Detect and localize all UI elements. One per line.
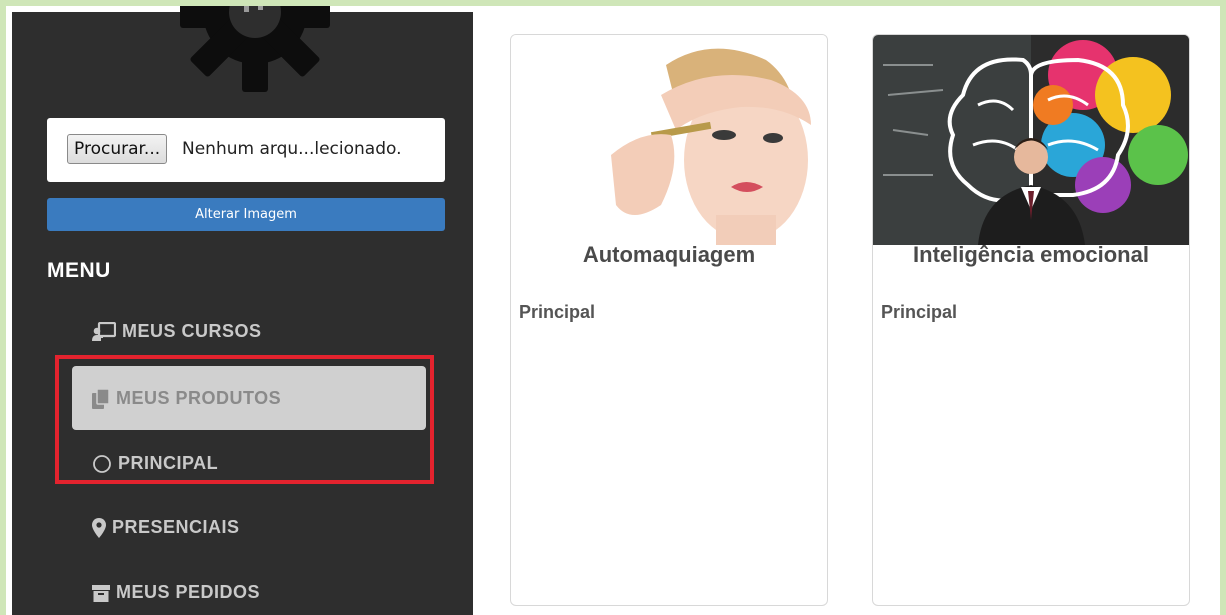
copy-icon <box>92 389 110 410</box>
sidebar-item-label: MEUS PRODUTOS <box>116 388 282 408</box>
product-image-emotional-intelligence <box>873 35 1189 245</box>
file-input: Procurar... Nenhum arqu...lecionado. <box>47 118 445 182</box>
product-title: Inteligência emocional <box>913 242 1149 267</box>
sidebar-item-meus-pedidos[interactable]: MEUS PEDIDOS <box>92 578 260 606</box>
sidebar-item-meus-produtos[interactable]: MEUS PRODUTOS <box>72 366 426 430</box>
sidebar-item-label: PRESENCIAIS <box>112 517 240 537</box>
sidebar-item-presenciais[interactable]: PRESENCIAIS <box>92 513 240 541</box>
sidebar-item-label: MEUS PEDIDOS <box>116 582 261 602</box>
app-window: Procurar... Nenhum arqu...lecionado. Alt… <box>0 0 1226 615</box>
menu-title: MENU <box>47 259 111 282</box>
browse-file-button[interactable]: Procurar... <box>67 134 168 164</box>
product-image-makeup <box>511 35 827 245</box>
sidebar-item-meus-cursos[interactable]: MEUS CURSOS <box>92 317 262 345</box>
archive-icon <box>92 585 110 603</box>
product-card[interactable]: Inteligência emocional Principal <box>872 34 1190 606</box>
map-marker-icon <box>92 518 106 539</box>
file-status-text: Nenhum arqu...lecionado. <box>182 139 402 159</box>
sidebar-item-label: PRINCIPAL <box>118 453 219 473</box>
product-category: Principal <box>881 302 958 322</box>
product-category: Principal <box>519 302 596 322</box>
chalkboard-teacher-icon <box>92 322 116 342</box>
gear-logo-icon <box>180 6 330 92</box>
product-card[interactable]: Automaquiagem Principal <box>510 34 828 606</box>
change-image-button[interactable]: Alterar Imagem <box>47 198 445 231</box>
sidebar-item-principal[interactable]: PRINCIPAL <box>92 449 218 477</box>
sidebar: Procurar... Nenhum arqu...lecionado. Alt… <box>12 6 473 615</box>
product-title: Automaquiagem <box>582 242 756 267</box>
circle-outline-icon <box>93 455 111 474</box>
sidebar-item-label: MEUS CURSOS <box>122 321 262 341</box>
